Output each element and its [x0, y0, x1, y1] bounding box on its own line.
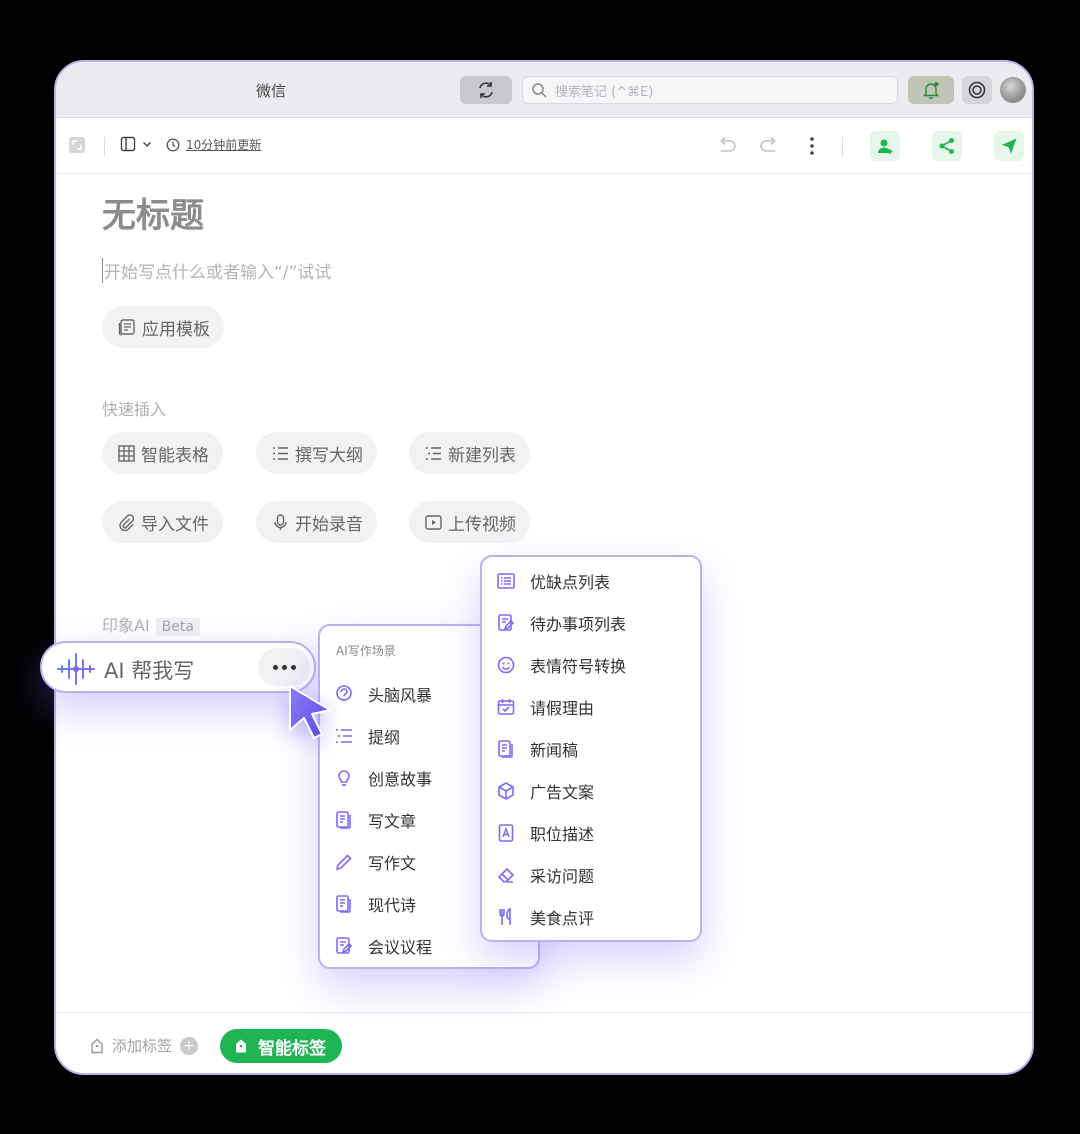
page-title[interactable]: 无标题 [102, 188, 204, 237]
more-vertical-icon [810, 137, 814, 155]
undo-button[interactable] [716, 136, 738, 156]
article-icon [336, 811, 351, 829]
document-letter-icon [498, 824, 514, 842]
menu-item-modern-poem[interactable]: 现代诗 [334, 892, 416, 916]
menu-item-essay[interactable]: 写作文 [334, 850, 416, 874]
lightbulb-icon [338, 770, 350, 786]
add-collaborator-button[interactable] [870, 131, 900, 161]
ai-write-label: AI 帮我写 [104, 659, 195, 683]
brain-icon [336, 685, 352, 701]
edit-note-icon [498, 614, 515, 631]
add-user-icon [878, 139, 893, 154]
article-icon [336, 895, 351, 913]
expand-icon [69, 137, 85, 153]
list-icon [426, 446, 441, 460]
new-list-button[interactable]: 新建列表 [409, 432, 530, 474]
outline-icon [336, 729, 352, 743]
menu-item-food-review[interactable]: 美食点评 [496, 905, 594, 929]
menu-item-outline[interactable]: 提纲 [334, 724, 400, 748]
menu-item-pros-cons[interactable]: 优缺点列表 [496, 569, 610, 593]
menu-item-ad-copy[interactable]: 广告文案 [496, 779, 594, 803]
redo-button[interactable] [758, 136, 780, 156]
editor-placeholder[interactable]: 开始写点什么或者输入“/”试试 [102, 258, 331, 283]
more-scenes-button[interactable] [258, 648, 310, 686]
chevron-down-icon [143, 142, 151, 147]
share-button[interactable] [932, 131, 962, 161]
notification-button[interactable] [908, 76, 954, 104]
sync-button[interactable] [460, 76, 512, 104]
menu-item-job-description[interactable]: 职位描述 [496, 821, 594, 845]
apply-template-button[interactable]: 应用模板 [102, 306, 224, 348]
plus-icon[interactable]: + [180, 1036, 199, 1055]
layout-dropdown[interactable] [120, 136, 152, 152]
add-tag-button[interactable]: 添加标签 + [90, 1035, 199, 1056]
more-options-button[interactable] [808, 136, 816, 156]
divider [104, 137, 105, 157]
beta-badge: Beta [155, 618, 200, 636]
ai-write-button[interactable]: AI 帮我写 [40, 641, 316, 693]
menu-item-creative-story[interactable]: 创意故事 [334, 766, 432, 790]
microphone-icon [274, 513, 287, 530]
more-scenes-menu: 优缺点列表 待办事项列表 表情符号转换 请假理由 新闻稿 广告文案 职位描述 采… [480, 555, 702, 942]
bell-icon [922, 82, 940, 99]
expand-button[interactable] [68, 136, 86, 154]
smiley-icon [497, 656, 515, 674]
template-icon [118, 319, 135, 336]
outline-icon [273, 446, 288, 460]
menu-item-interview-questions[interactable]: 采访问题 [496, 863, 594, 887]
menu-item-meeting-agenda[interactable]: 会议议程 [334, 934, 432, 958]
eraser-icon [497, 867, 515, 883]
share-icon [939, 138, 954, 154]
editor-toolbar: 10分钟前更新 [56, 118, 1032, 174]
menu-item-todo-list[interactable]: 待办事项列表 [496, 611, 626, 635]
paperclip-icon [119, 513, 135, 531]
avatar[interactable] [1000, 77, 1026, 103]
upload-video-button[interactable]: 上传视频 [409, 501, 530, 543]
search-icon [532, 83, 547, 98]
layout-icon [120, 136, 136, 152]
ai-sparkle-icon [57, 653, 95, 685]
start-recording-button[interactable]: 开始录音 [256, 501, 377, 543]
menu-item-brainstorm[interactable]: 头脑风暴 [334, 682, 432, 706]
tag-icon [236, 1039, 246, 1053]
article-icon [498, 740, 513, 758]
divider [842, 137, 843, 157]
menu-item-write-article[interactable]: 写文章 [334, 808, 416, 832]
send-icon [1001, 138, 1017, 154]
search-placeholder: 搜索笔记 (^⌘E) [555, 84, 654, 100]
edit-note-icon [336, 937, 353, 954]
smart-tag-button[interactable]: 智能标签 [220, 1029, 342, 1063]
import-file-button[interactable]: 导入文件 [102, 501, 223, 543]
target-button[interactable] [962, 76, 992, 104]
updated-time: 10分钟前更新 [186, 138, 262, 152]
send-button[interactable] [994, 131, 1024, 161]
quick-insert-label: 快速插入 [102, 400, 167, 419]
fork-knife-icon [499, 907, 511, 925]
calendar-icon [497, 699, 515, 715]
cube-icon [498, 782, 514, 800]
ai-section-label: 印象AI Beta [102, 612, 200, 636]
search-input[interactable]: 搜索笔记 (^⌘E) [522, 76, 898, 104]
mouse-cursor-icon [289, 685, 331, 739]
redo-icon [760, 136, 776, 152]
write-outline-button[interactable]: 撰写大纲 [256, 432, 377, 474]
pencil-icon [335, 854, 352, 871]
clock-icon [166, 138, 180, 151]
target-icon [968, 81, 986, 99]
list-box-icon [497, 573, 515, 589]
title-bar: 微信 搜索笔记 (^⌘E) [56, 62, 1032, 118]
video-icon [425, 514, 442, 530]
table-icon [118, 444, 135, 462]
sync-icon [479, 82, 493, 98]
tag-bar: 添加标签 + 智能标签 [56, 1012, 1032, 1073]
menu-item-leave-reason[interactable]: 请假理由 [496, 695, 594, 719]
menu-item-emoji-convert[interactable]: 表情符号转换 [496, 653, 626, 677]
tag-icon [91, 1038, 103, 1053]
window-title: 微信 [256, 82, 287, 100]
smart-table-button[interactable]: 智能表格 [102, 432, 223, 474]
menu-header: AI写作场景 [336, 644, 396, 658]
menu-item-press-release[interactable]: 新闻稿 [496, 737, 578, 761]
update-status[interactable]: 10分钟前更新 [166, 136, 261, 153]
undo-icon [720, 136, 736, 152]
